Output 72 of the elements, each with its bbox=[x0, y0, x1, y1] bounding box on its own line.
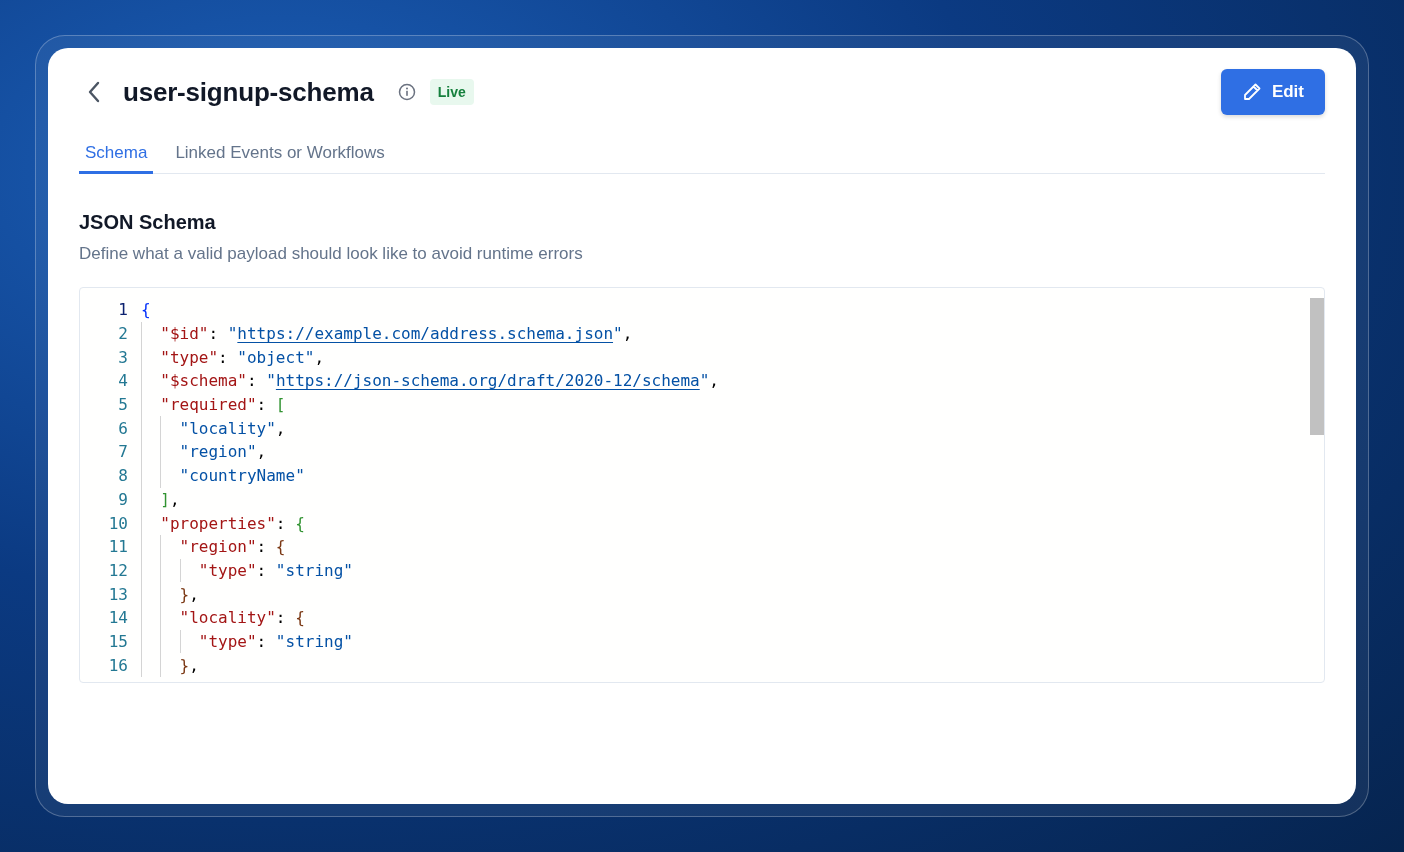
section-description: Define what a valid payload should look like to avoid runtime errors bbox=[79, 244, 584, 264]
line-number: 7 bbox=[117, 442, 129, 462]
code-token: " bbox=[613, 324, 623, 344]
code-token: "type" bbox=[160, 347, 219, 367]
code-token: "type" bbox=[198, 560, 257, 580]
code-token: : bbox=[275, 513, 287, 533]
code-token: , bbox=[169, 489, 180, 509]
line-number: 14 bbox=[107, 608, 129, 628]
code-token: "$schema" bbox=[160, 371, 247, 391]
code-token: ] bbox=[160, 489, 170, 509]
code-token: , bbox=[709, 371, 719, 391]
code-token: "properties" bbox=[160, 513, 276, 533]
code-token: " bbox=[699, 371, 710, 391]
line-number: 6 bbox=[117, 418, 129, 438]
code-token: { bbox=[141, 300, 151, 320]
code-token: , bbox=[275, 418, 286, 438]
code-token: "region" bbox=[179, 537, 257, 557]
edit-button[interactable]: Edit bbox=[1220, 69, 1325, 115]
code-token: { bbox=[295, 513, 305, 533]
code-token: "string" bbox=[275, 631, 353, 651]
pencil-icon bbox=[1241, 82, 1262, 102]
code-token: "string" bbox=[275, 560, 353, 580]
info-icon[interactable] bbox=[397, 83, 416, 101]
code-token: } bbox=[179, 655, 190, 675]
code-token: "locality" bbox=[179, 608, 276, 628]
line-number: 1 bbox=[117, 300, 129, 320]
code-token: , bbox=[189, 584, 199, 604]
line-number: 4 bbox=[117, 371, 129, 391]
code-token: } bbox=[179, 584, 190, 604]
code-token: "type" bbox=[198, 631, 257, 651]
page-title: user-signup-schema bbox=[123, 76, 374, 108]
scrollbar-thumb[interactable] bbox=[1310, 298, 1324, 435]
code-token: " bbox=[227, 324, 238, 344]
tab[interactable]: Linked Events or Workflows bbox=[169, 140, 391, 174]
code-token: " bbox=[266, 371, 276, 391]
code-token: "region" bbox=[179, 442, 257, 462]
code-link[interactable]: https://json-schema.org/draft/2020-12/schema bbox=[275, 371, 700, 391]
code-token: [ bbox=[275, 395, 286, 415]
code-token: , bbox=[314, 347, 325, 367]
code-token: : bbox=[218, 347, 229, 367]
line-number: 11 bbox=[107, 537, 129, 557]
line-number: 5 bbox=[117, 395, 129, 415]
code-token: : bbox=[208, 324, 220, 344]
code-token: : bbox=[246, 371, 258, 391]
line-number: 9 bbox=[117, 489, 129, 509]
code-token: : bbox=[256, 631, 268, 651]
code-token: : bbox=[256, 537, 268, 557]
code-token: : bbox=[256, 560, 268, 580]
code-link[interactable]: https://example.com/address.schema.json bbox=[237, 324, 614, 344]
line-number: 16 bbox=[107, 655, 129, 675]
line-number: 3 bbox=[117, 347, 129, 367]
line-number: 10 bbox=[107, 513, 129, 533]
code-token: { bbox=[275, 537, 286, 557]
code-token: "required" bbox=[160, 395, 257, 415]
status-badge: Live bbox=[429, 79, 474, 105]
code-token: "$id" bbox=[160, 324, 209, 344]
code-token: , bbox=[189, 655, 199, 675]
code-token: : bbox=[256, 395, 268, 415]
code-token: , bbox=[622, 324, 633, 344]
code-token: , bbox=[256, 442, 267, 462]
line-number: 2 bbox=[117, 324, 129, 344]
line-number: 15 bbox=[107, 631, 129, 651]
tab[interactable]: Schema bbox=[79, 140, 154, 174]
code-token: : bbox=[275, 608, 287, 628]
code-token: { bbox=[295, 608, 305, 628]
code-token: "object" bbox=[237, 347, 315, 367]
line-number: 12 bbox=[107, 560, 129, 580]
line-number: 13 bbox=[107, 584, 129, 604]
code-token: "countryName" bbox=[179, 466, 305, 486]
code-token: "locality" bbox=[179, 418, 276, 438]
line-number: 8 bbox=[117, 466, 129, 486]
section-title: JSON Schema bbox=[79, 211, 217, 234]
